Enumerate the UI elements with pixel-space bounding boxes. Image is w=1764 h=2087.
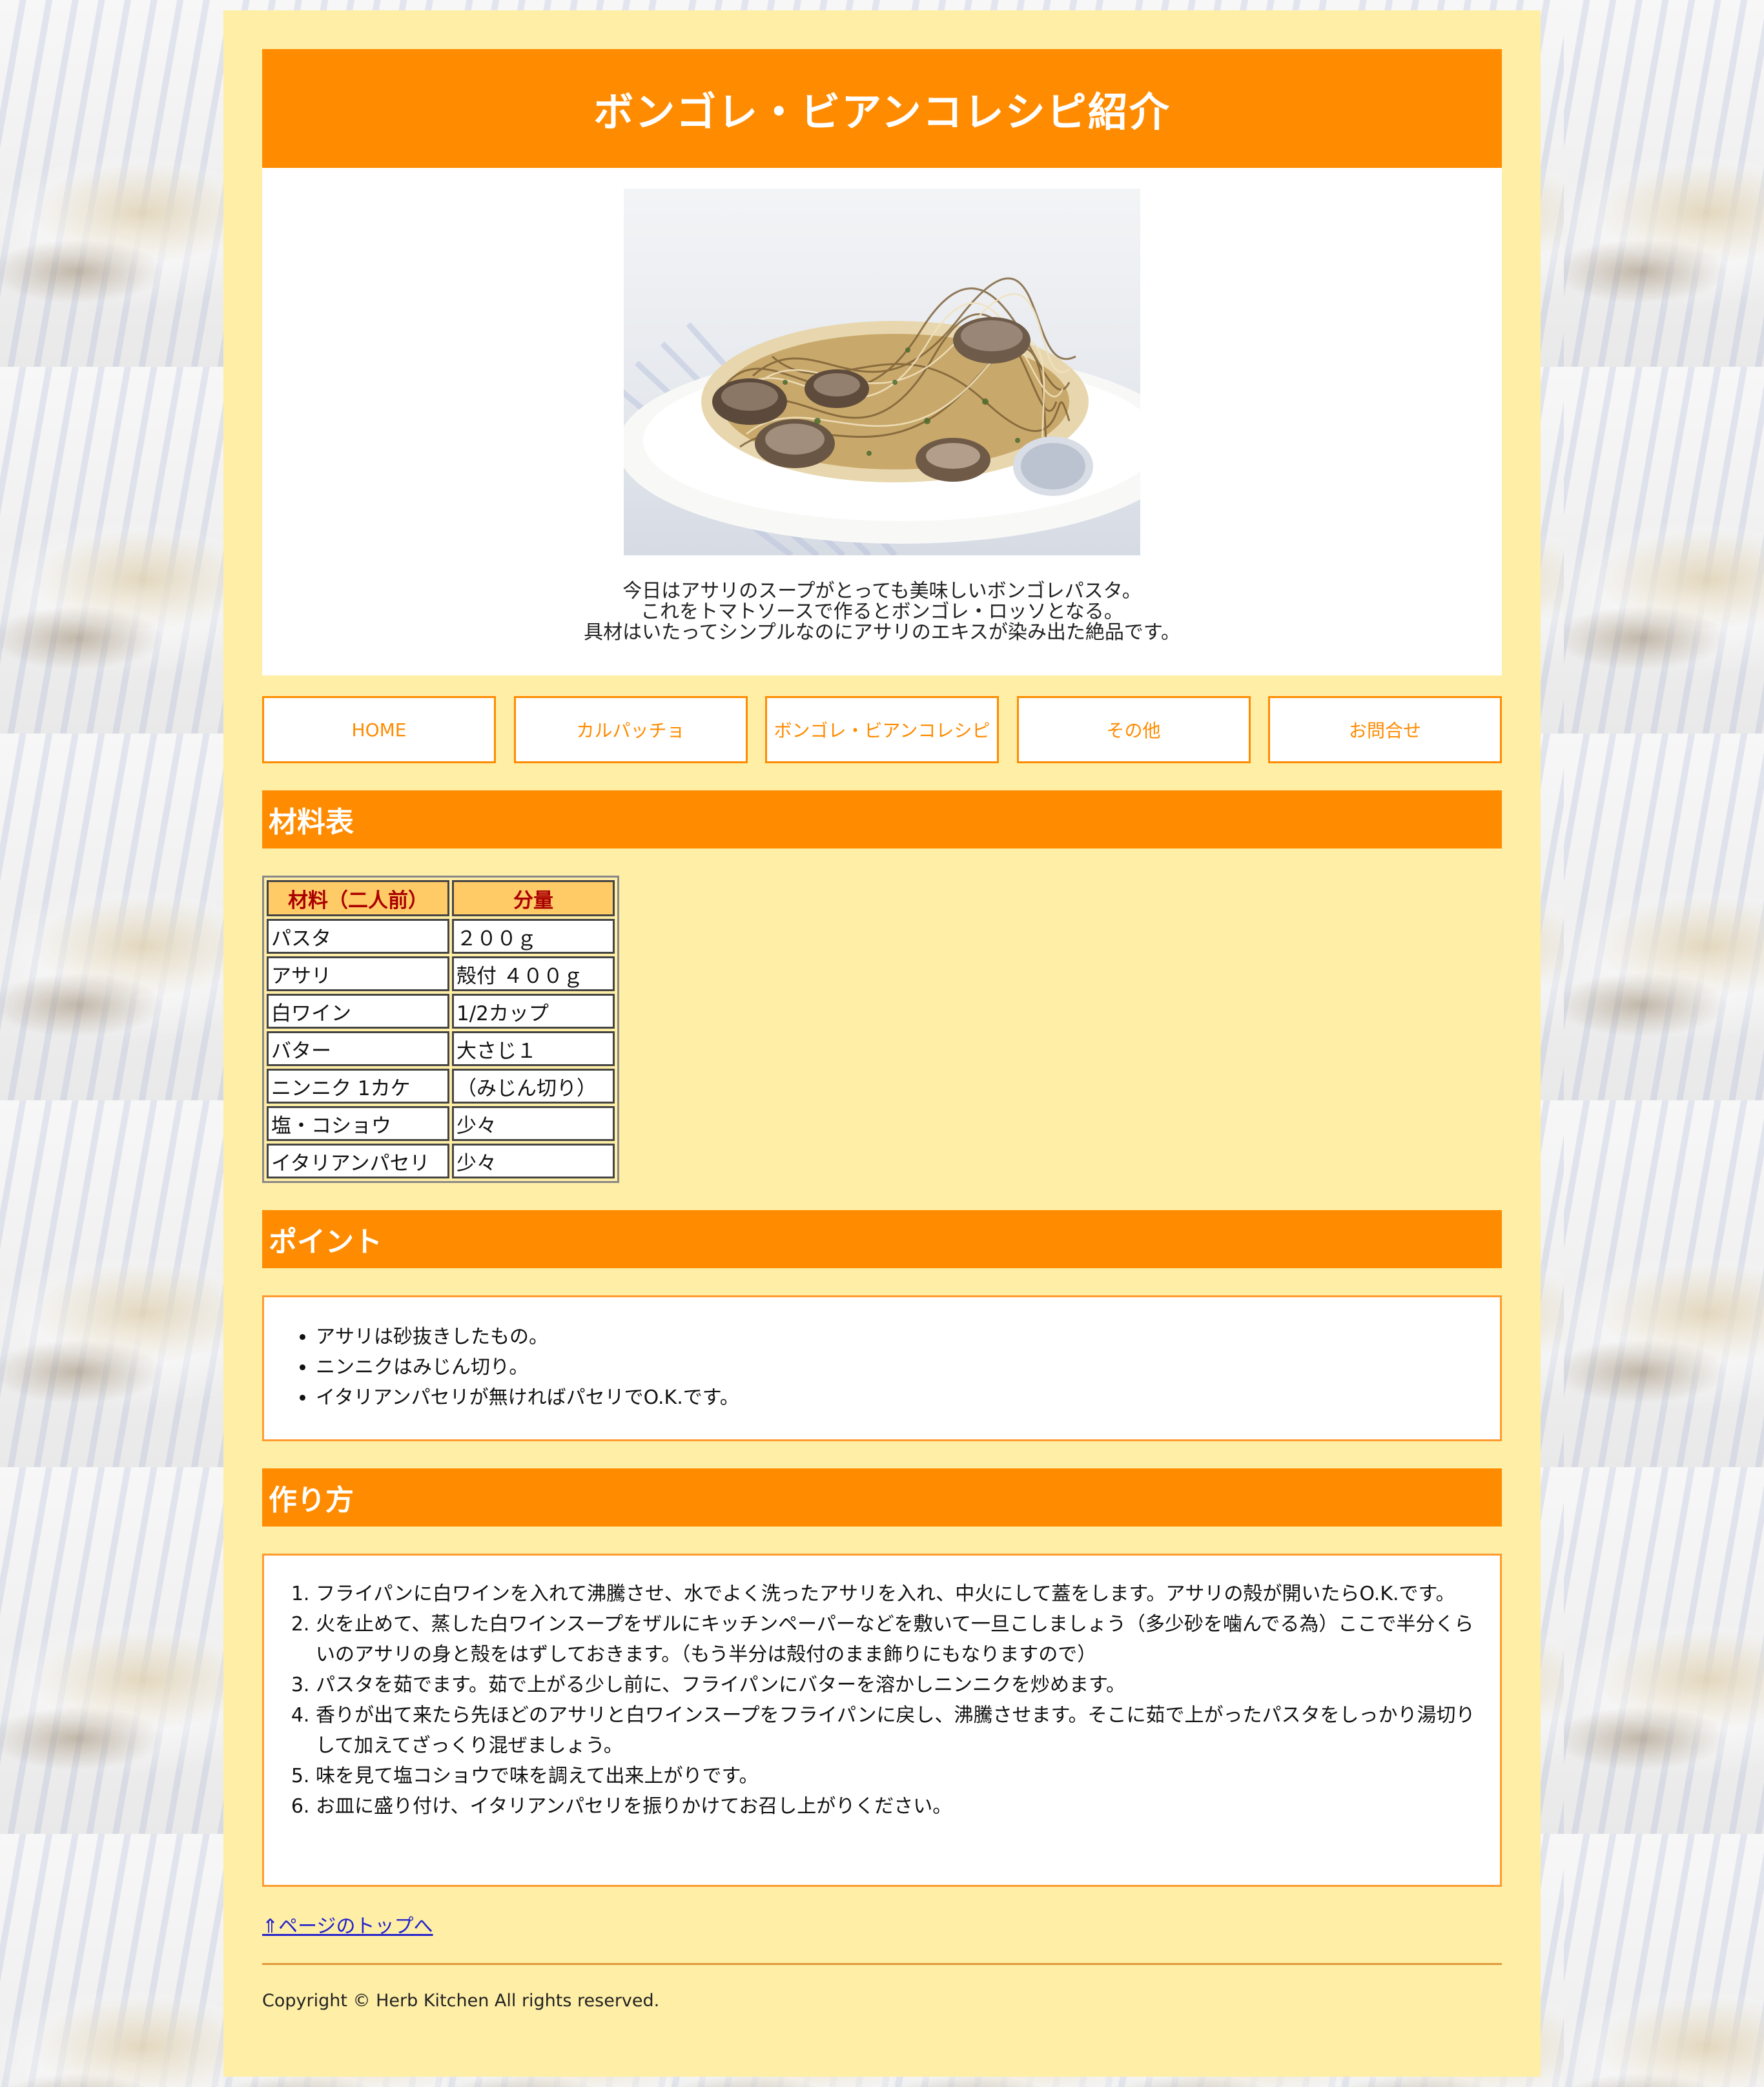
ingredient-cell: イタリアンパセリ [267, 1144, 449, 1178]
amount-cell: 少々 [452, 1144, 615, 1178]
ingredient-cell: ニンニク 1カケ [267, 1069, 449, 1104]
ingredients-table-wrap: 材料（二人前） 分量 パスタ ２００ｇ アサリ 殻付 ４００ｇ 白ワイン 1/2… [262, 876, 1502, 1183]
nav-vongole-bianco[interactable]: ボンゴレ・ビアンコレシピ [765, 696, 999, 763]
header-bar: ボンゴレ・ビアンコレシピ紹介 [262, 49, 1502, 168]
page-inner: ボンゴレ・ビアンコレシピ紹介 今日はアサリのスープがとっても美味しいボンゴレパス… [262, 49, 1502, 2011]
step-item: 香りが出て来たら先ほどのアサリと白ワインスープをフライパンに戻し、沸騰させます。… [316, 1700, 1477, 1761]
hero-section: 今日はアサリのスープがとっても美味しいボンゴレパスタ。 これをトマトソースで作る… [262, 168, 1502, 675]
nav-contact[interactable]: お問合せ [1268, 696, 1502, 763]
ingredient-cell: バター [267, 1031, 449, 1066]
ingredient-cell: 塩・コショウ [267, 1106, 449, 1141]
intro-line: これをトマトソースで作るとボンゴレ・ロッソとなる。 [641, 601, 1123, 623]
column-header-ingredient: 材料（二人前） [267, 880, 449, 916]
table-row: イタリアンパセリ 少々 [267, 1144, 615, 1178]
list-item: ニンニクはみじん切り。 [316, 1352, 1500, 1383]
table-row: 白ワイン 1/2カップ [267, 994, 615, 1029]
nav-home[interactable]: HOME [262, 696, 496, 763]
table-header-row: 材料（二人前） 分量 [267, 880, 615, 916]
table-row: アサリ 殻付 ４００ｇ [267, 956, 615, 991]
amount-cell: 殻付 ４００ｇ [452, 956, 615, 991]
nav-carpaccio[interactable]: カルパッチョ [513, 696, 748, 763]
page-top-link[interactable]: ⇑ページのトップへ [262, 1910, 433, 1938]
amount-cell: ２００ｇ [452, 919, 615, 954]
intro-line: 今日はアサリのスープがとっても美味しいボンゴレパスタ。 [622, 580, 1142, 602]
steps-heading: 作り方 [262, 1468, 1502, 1527]
pasta-photo [624, 189, 1140, 555]
site-title: ボンゴレ・ビアンコレシピ紹介 [593, 88, 1171, 136]
nav-other[interactable]: その他 [1016, 696, 1251, 763]
ingredient-cell: 白ワイン [267, 994, 449, 1029]
ingredient-cell: アサリ [267, 956, 449, 991]
amount-cell: （みじん切り） [452, 1069, 615, 1104]
table-row: バター 大さじ１ [267, 1031, 615, 1066]
steps-box: フライパンに白ワインを入れて沸騰させ、水でよく洗ったアサリを入れ、中火にして蓋を… [262, 1554, 1502, 1887]
intro-text: 今日はアサリのスープがとっても美味しいボンゴレパスタ。 これをトマトソースで作る… [262, 581, 1502, 643]
points-box: アサリは砂抜きしたもの。 ニンニクはみじん切り。 イタリアンパセリが無ければパセ… [262, 1295, 1502, 1441]
list-item: イタリアンパセリが無ければパセリでO.K.です。 [316, 1383, 1500, 1413]
step-item: フライパンに白ワインを入れて沸騰させ、水でよく洗ったアサリを入れ、中火にして蓋を… [316, 1579, 1477, 1609]
ingredients-table: 材料（二人前） 分量 パスタ ２００ｇ アサリ 殻付 ４００ｇ 白ワイン 1/2… [262, 876, 619, 1183]
page-container: ボンゴレ・ビアンコレシピ紹介 今日はアサリのスープがとっても美味しいボンゴレパス… [223, 10, 1541, 2077]
step-item: 火を止めて、蒸した白ワインスープをザルにキッチンペーパーなどを敷いて一旦こしまし… [316, 1609, 1477, 1670]
table-row: ニンニク 1カケ （みじん切り） [267, 1069, 615, 1104]
ingredient-cell: パスタ [267, 919, 449, 954]
copyright-text: Copyright © Herb Kitchen All rights rese… [262, 1991, 660, 2011]
main-nav: HOME カルパッチョ ボンゴレ・ビアンコレシピ その他 お問合せ [262, 696, 1502, 763]
column-header-amount: 分量 [452, 880, 615, 916]
amount-cell: 1/2カップ [452, 994, 615, 1029]
step-item: お皿に盛り付け、イタリアンパセリを振りかけてお召し上がりください。 [316, 1791, 1477, 1822]
ingredients-heading: 材料表 [262, 790, 1502, 848]
amount-cell: 大さじ１ [452, 1031, 615, 1066]
points-heading: ポイント [262, 1210, 1502, 1268]
points-list: アサリは砂抜きしたもの。 ニンニクはみじん切り。 イタリアンパセリが無ければパセ… [264, 1322, 1500, 1413]
table-row: パスタ ２００ｇ [267, 919, 615, 954]
steps-list: フライパンに白ワインを入れて沸騰させ、水でよく洗ったアサリを入れ、中火にして蓋を… [264, 1579, 1500, 1822]
table-row: 塩・コショウ 少々 [267, 1106, 615, 1141]
step-item: パスタを茹でます。茹で上がる少し前に、フライパンにバターを溶かしニンニクを炒めま… [316, 1670, 1477, 1700]
footer-divider [262, 1963, 1502, 1965]
amount-cell: 少々 [452, 1106, 615, 1141]
intro-line: 具材はいたってシンプルなのにアサリのエキスが染み出た絶品です。 [584, 621, 1180, 644]
list-item: アサリは砂抜きしたもの。 [316, 1322, 1500, 1352]
step-item: 味を見て塩コショウで味を調えて出来上がりです。 [316, 1761, 1477, 1791]
